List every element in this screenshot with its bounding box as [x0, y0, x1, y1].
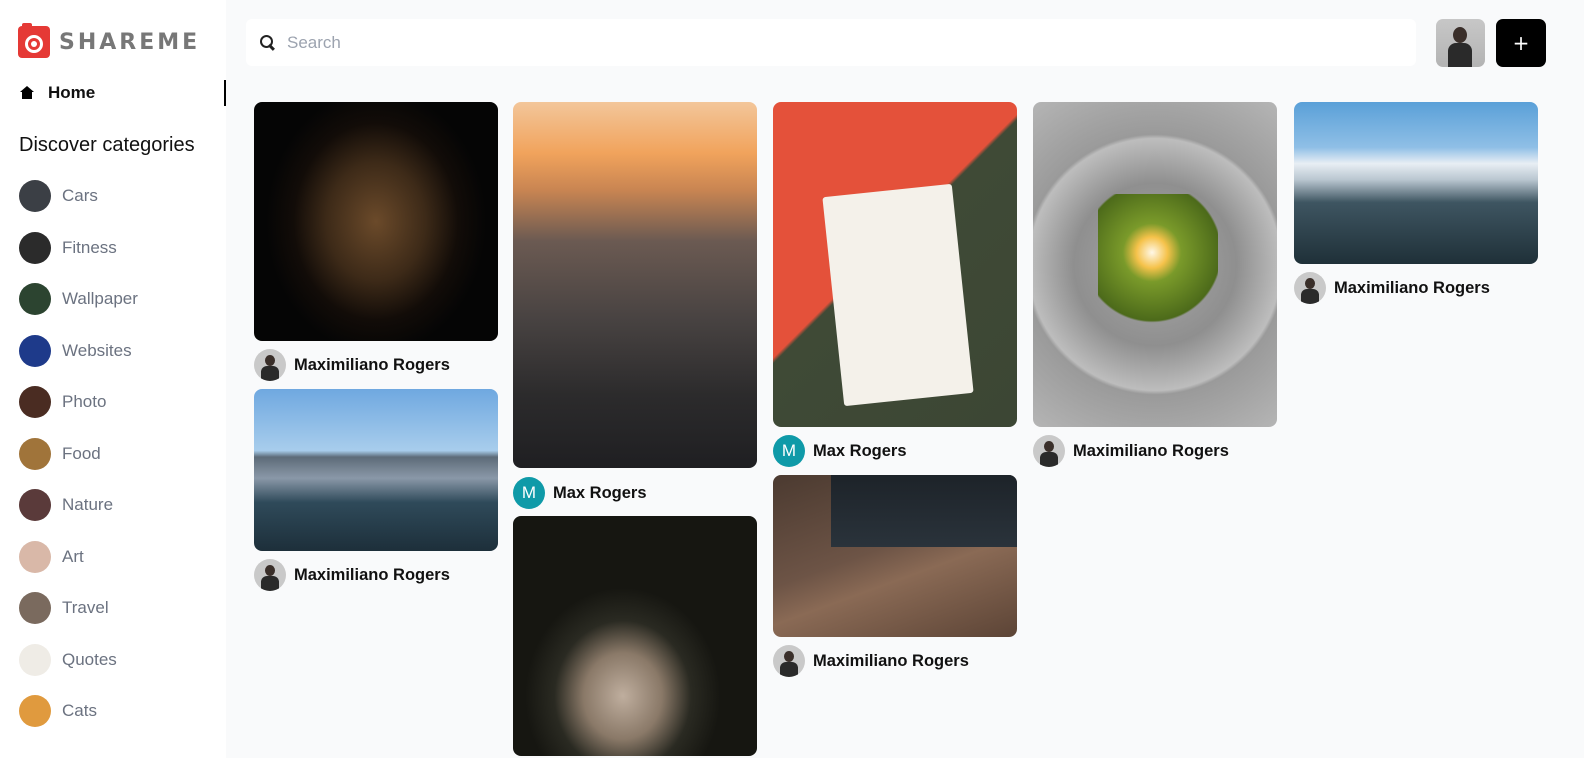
pin-image[interactable]: [1294, 102, 1538, 264]
sidebar-item-quotes[interactable]: Quotes: [19, 643, 138, 676]
pin-author[interactable]: Maximiliano Rogers: [773, 645, 1017, 677]
category-thumbnail: [19, 643, 51, 676]
category-label: Fitness: [62, 237, 117, 257]
pin-author[interactable]: Maximiliano Rogers: [254, 349, 498, 381]
pin-image[interactable]: [254, 102, 498, 341]
sidebar-item-cats[interactable]: Cats: [19, 695, 138, 727]
pin-author[interactable]: M Max Rogers: [773, 435, 1017, 467]
category-thumbnail: [19, 540, 51, 573]
pin-card[interactable]: Maximiliano Rogers: [1294, 102, 1538, 304]
sidebar-item-food[interactable]: Food: [19, 437, 138, 470]
category-label: Websites: [62, 340, 132, 360]
category-label: Nature: [62, 495, 114, 514]
sidebar: SHAREME Home Discover categories Cars Fi…: [0, 0, 226, 758]
category-thumbnail: [19, 386, 51, 418]
pin-author[interactable]: Maximiliano Rogers: [1294, 272, 1538, 304]
camera-logo-icon: [18, 23, 50, 58]
category-thumbnail: [19, 695, 51, 727]
category-label: Cats: [62, 701, 97, 720]
pin-image[interactable]: [773, 102, 1017, 427]
category-label: Art: [62, 546, 84, 566]
sidebar-item-cars[interactable]: Cars: [19, 180, 138, 212]
app-name: SHAREME: [59, 29, 201, 55]
category-label: Travel: [62, 598, 109, 617]
sidebar-item-label: Home: [48, 83, 96, 102]
pin-card[interactable]: Maximiliano Rogers: [254, 389, 498, 591]
pin-image[interactable]: [513, 102, 757, 468]
category-thumbnail: [19, 437, 51, 470]
author-avatar: M: [513, 477, 545, 509]
pin-card[interactable]: Maximiliano Rogers: [1033, 102, 1277, 467]
category-thumbnail: [19, 489, 51, 521]
sidebar-item-nature[interactable]: Nature: [19, 489, 138, 521]
pin-image[interactable]: [513, 516, 757, 756]
app-logo[interactable]: SHAREME: [18, 23, 201, 58]
sidebar-item-travel[interactable]: Travel: [19, 592, 138, 624]
pin-card[interactable]: Maximiliano Rogers: [254, 102, 498, 381]
category-thumbnail: [19, 334, 51, 367]
sidebar-item-websites[interactable]: Websites: [19, 334, 138, 367]
category-label: Food: [62, 443, 101, 463]
author-name: Max Rogers: [553, 483, 647, 502]
sidebar-item-photo[interactable]: Photo: [19, 386, 138, 418]
author-avatar: [1033, 435, 1065, 467]
search-bar[interactable]: [246, 19, 1416, 66]
category-label: Photo: [62, 392, 107, 411]
author-avatar: [1294, 272, 1326, 304]
pin-card[interactable]: M Max Rogers: [513, 102, 757, 509]
author-name: Maximiliano Rogers: [294, 355, 450, 374]
pin-author[interactable]: Maximiliano Rogers: [1033, 435, 1277, 467]
search-input[interactable]: [287, 32, 1387, 53]
pin-image[interactable]: [1033, 102, 1277, 427]
pin-image[interactable]: [773, 475, 1017, 637]
category-thumbnail: [19, 592, 51, 624]
sidebar-item-fitness[interactable]: Fitness: [19, 231, 138, 264]
sidebar-item-wallpaper[interactable]: Wallpaper: [19, 283, 138, 315]
sidebar-item-home[interactable]: Home: [18, 80, 226, 106]
category-list: Cars Fitness Wallpaper Websites Photo Fo…: [19, 180, 138, 747]
category-thumbnail: [19, 231, 51, 264]
pin-image[interactable]: [254, 389, 498, 551]
search-icon: [260, 34, 276, 51]
pin-author[interactable]: Maximiliano Rogers: [254, 559, 498, 591]
category-label: Cars: [62, 186, 98, 205]
author-avatar: [254, 349, 286, 381]
pin-card[interactable]: [513, 516, 757, 756]
add-pin-button[interactable]: +: [1496, 19, 1546, 67]
category-thumbnail: [19, 180, 51, 212]
home-icon: [20, 86, 34, 100]
category-thumbnail: [19, 283, 51, 315]
discover-categories-heading: Discover categories: [19, 134, 195, 156]
pin-card[interactable]: Maximiliano Rogers: [773, 475, 1017, 677]
author-name: Maximiliano Rogers: [1334, 278, 1490, 297]
author-avatar: M: [773, 435, 805, 467]
pin-author[interactable]: M Max Rogers: [513, 477, 757, 509]
author-name: Maximiliano Rogers: [294, 565, 450, 584]
author-name: Max Rogers: [813, 441, 907, 460]
author-name: Maximiliano Rogers: [1073, 441, 1229, 460]
pin-card[interactable]: M Max Rogers: [773, 102, 1017, 467]
user-avatar[interactable]: [1436, 19, 1485, 67]
author-avatar: [773, 645, 805, 677]
category-label: Wallpaper: [62, 289, 138, 308]
author-avatar: [254, 559, 286, 591]
category-label: Quotes: [62, 649, 117, 669]
sidebar-item-art[interactable]: Art: [19, 540, 138, 573]
author-name: Maximiliano Rogers: [813, 651, 969, 670]
